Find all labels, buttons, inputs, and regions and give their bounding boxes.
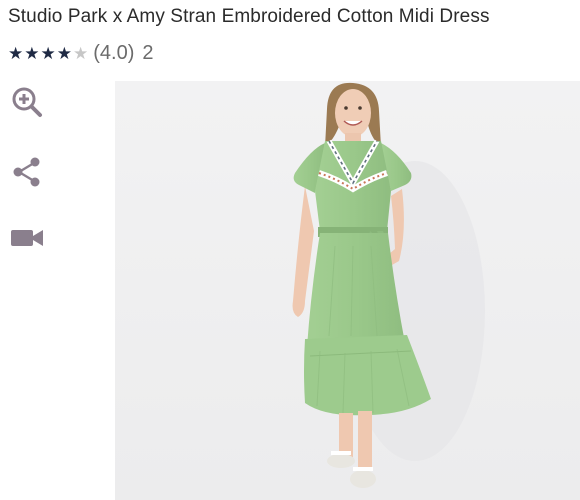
product-title: Studio Park x Amy Stran Embroidered Cott… [8, 6, 490, 27]
star-filled-icon: ★ [40, 43, 56, 63]
zoom-in-icon [12, 87, 42, 117]
star-empty-icon: ★ [73, 43, 89, 63]
rating-row[interactable]: ★ ★ ★ ★ ★ (4.0) 2 [8, 40, 154, 66]
star-rating: ★ ★ ★ ★ ★ [8, 45, 89, 62]
zoom-button[interactable] [10, 86, 44, 120]
review-count[interactable]: 2 [142, 42, 153, 65]
share-button[interactable] [10, 155, 44, 189]
star-filled-icon: ★ [56, 43, 72, 63]
video-camera-icon [11, 230, 43, 246]
product-image[interactable] [115, 81, 580, 500]
star-filled-icon: ★ [24, 43, 40, 63]
rating-value: (4.0) [93, 41, 135, 64]
video-button[interactable] [10, 221, 44, 255]
model-wearing-dress-illustration [115, 81, 580, 500]
share-icon [13, 157, 40, 187]
star-filled-icon: ★ [8, 43, 24, 63]
